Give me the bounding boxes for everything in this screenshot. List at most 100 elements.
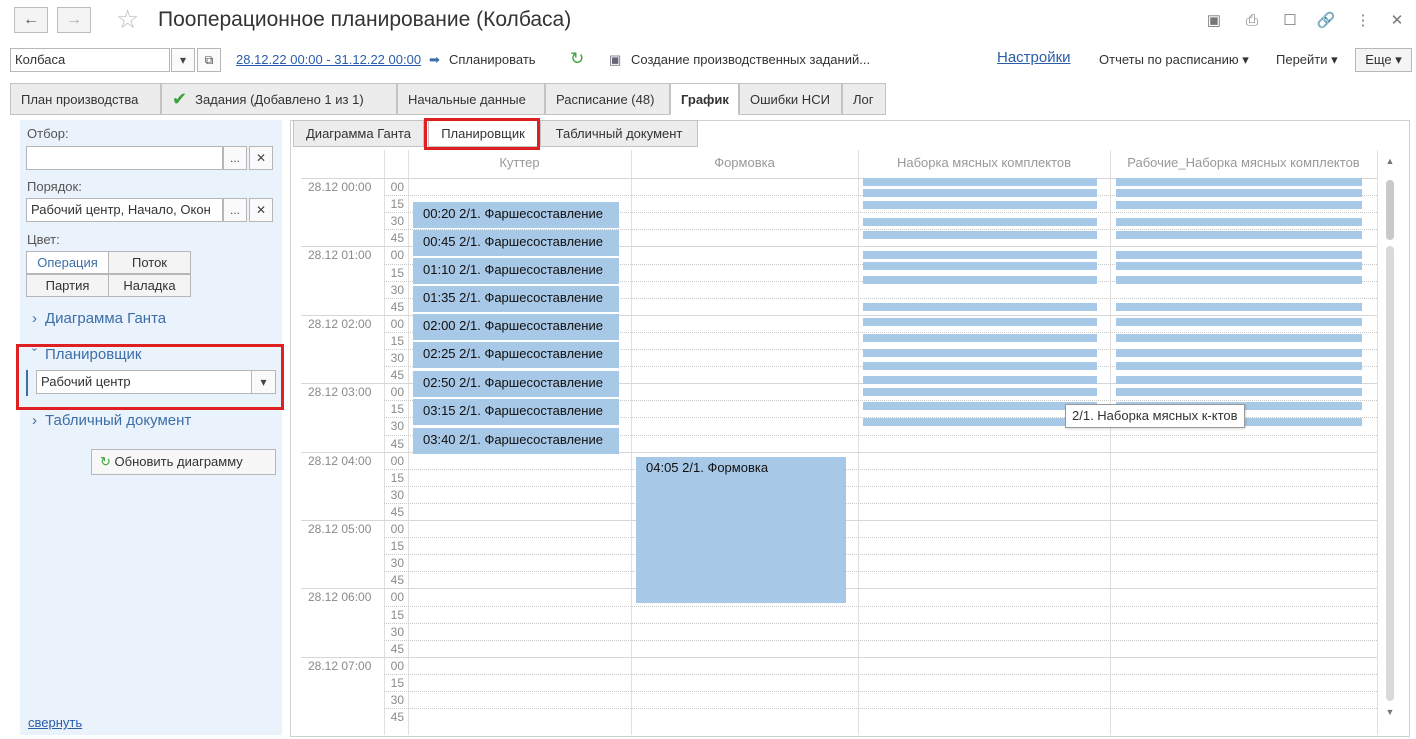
minute-label: 00 xyxy=(390,180,404,194)
meat-kit-strip[interactable] xyxy=(863,201,1097,209)
dropdown-arrow-icon[interactable]: ▾ xyxy=(171,48,195,72)
meat-kit-strip[interactable] xyxy=(863,251,1097,259)
collapse-link[interactable]: свернуть xyxy=(28,715,82,730)
meat-kit-strip[interactable] xyxy=(1116,262,1362,270)
forward-arrow-icon[interactable]: → xyxy=(57,7,91,33)
forming-block[interactable]: 04:05 2/1. Формовка xyxy=(636,457,846,603)
meat-kit-strip[interactable] xyxy=(863,318,1097,326)
meat-kit-strip[interactable] xyxy=(1116,276,1362,284)
vertical-scrollbar[interactable]: ▲ ▼ xyxy=(1383,156,1397,721)
cutter-block[interactable]: 00:45 2/1. Фаршесоставление xyxy=(413,230,619,256)
meat-kit-strip[interactable] xyxy=(1116,376,1362,384)
link-icon[interactable]: 🔗 xyxy=(1315,9,1337,31)
meat-kit-strip[interactable] xyxy=(863,418,1097,426)
color-option-setup[interactable]: Наладка xyxy=(108,274,191,297)
meat-kit-strip[interactable] xyxy=(1116,349,1362,357)
more-menu-icon[interactable]: ⋮ xyxy=(1352,9,1374,31)
tab-schedule[interactable]: Расписание (48) xyxy=(545,83,670,115)
scroll-up-icon[interactable]: ▲ xyxy=(1383,156,1397,170)
cutter-block[interactable]: 02:25 2/1. Фаршесоставление xyxy=(413,342,619,368)
filter-input[interactable] xyxy=(26,146,223,170)
cutter-block[interactable]: 01:10 2/1. Фаршесоставление xyxy=(413,258,619,284)
goto-menu[interactable]: Перейти ▾ xyxy=(1276,52,1338,68)
meat-kit-strip[interactable] xyxy=(1116,318,1362,326)
color-option-flow[interactable]: Поток xyxy=(108,251,191,274)
print-icon[interactable]: ⎙ xyxy=(1241,9,1263,31)
back-arrow-icon[interactable]: ← xyxy=(14,7,48,33)
meat-kit-strip[interactable] xyxy=(863,334,1097,342)
scheduled-reports-menu[interactable]: Отчеты по расписанию ▾ xyxy=(1099,52,1249,68)
preview-icon[interactable]: ☐ xyxy=(1279,9,1301,31)
tab-initial-data[interactable]: Начальные данные xyxy=(397,83,545,115)
minute-label: 30 xyxy=(390,419,404,434)
cutter-block[interactable]: 01:35 2/1. Фаршесоставление xyxy=(413,286,619,312)
tab-tasks-label: Задания (Добавлено 1 из 1) xyxy=(195,91,364,107)
save-icon[interactable]: ▣ xyxy=(1203,9,1225,31)
tab-nsi-errors[interactable]: Ошибки НСИ xyxy=(739,83,842,115)
product-field[interactable]: Колбаса xyxy=(10,48,170,72)
color-option-operation[interactable]: Операция xyxy=(26,251,109,274)
group-table[interactable]: › Табличный документ xyxy=(32,412,191,429)
meat-kit-strip[interactable] xyxy=(1116,388,1362,396)
order-input[interactable]: Рабочий центр, Начало, Окон xyxy=(26,198,223,222)
cutter-block[interactable]: 03:15 2/1. Фаршесоставление xyxy=(413,399,619,425)
close-icon[interactable]: ✕ xyxy=(1386,9,1408,31)
meat-kit-strip[interactable] xyxy=(1116,218,1362,226)
meat-kit-strip[interactable] xyxy=(1116,303,1362,311)
meat-kit-strip[interactable] xyxy=(1116,334,1362,342)
meat-kit-strip[interactable] xyxy=(863,402,1097,410)
period-link[interactable]: 28.12.22 00:00 - 31.12.22 00:00 xyxy=(236,52,421,67)
clear-icon[interactable]: ✕ xyxy=(249,198,273,222)
plan-button[interactable]: Спланировать xyxy=(449,52,536,67)
meat-kit-strip[interactable] xyxy=(863,189,1097,197)
meat-kit-strip[interactable] xyxy=(1116,201,1362,209)
order-select-button[interactable]: ... xyxy=(223,198,247,222)
meat-kit-strip[interactable] xyxy=(863,276,1097,284)
meat-kit-strip[interactable] xyxy=(863,218,1097,226)
plan-icon[interactable]: ➡ xyxy=(429,52,440,68)
subtab-gantt[interactable]: Диаграмма Ганта xyxy=(293,120,424,147)
open-icon[interactable]: ⧉ xyxy=(197,48,221,72)
minute-label: 30 xyxy=(390,282,404,297)
settings-link[interactable]: Настройки xyxy=(997,49,1071,66)
meat-kit-strip[interactable] xyxy=(863,303,1097,311)
refresh-diagram-button[interactable]: ↻ Обновить диаграмму xyxy=(91,449,276,475)
cutter-block[interactable]: 00:20 2/1. Фаршесоставление xyxy=(413,202,619,228)
tab-log[interactable]: Лог xyxy=(842,83,886,115)
meat-kit-strip[interactable] xyxy=(1116,189,1362,197)
meat-kit-strip[interactable] xyxy=(1116,231,1362,239)
meat-kit-strip[interactable] xyxy=(863,231,1097,239)
meat-kit-strip[interactable] xyxy=(863,349,1097,357)
favorite-star-icon[interactable]: ☆ xyxy=(116,4,139,35)
create-tasks-button[interactable]: Создание производственных заданий... xyxy=(631,52,870,67)
cutter-block[interactable]: 02:50 2/1. Фаршесоставление xyxy=(413,371,619,397)
meat-kit-strip[interactable] xyxy=(1116,362,1362,370)
cutter-block[interactable]: 02:00 2/1. Фаршесоставление xyxy=(413,314,619,340)
cutter-block[interactable]: 03:40 2/1. Фаршесоставление xyxy=(413,428,619,454)
grid-column-line xyxy=(631,150,632,735)
tab-chart[interactable]: График xyxy=(670,83,739,115)
subtab-table[interactable]: Табличный документ xyxy=(540,120,698,147)
scrollbar-thumb[interactable] xyxy=(1386,180,1394,240)
minute-label: 15 xyxy=(390,197,404,212)
scroll-down-icon[interactable]: ▼ xyxy=(1383,707,1397,721)
meat-kit-strip[interactable] xyxy=(863,178,1097,186)
meat-kit-strip[interactable] xyxy=(863,388,1097,396)
meat-kit-strip[interactable] xyxy=(863,376,1097,384)
hour-label: 28.12 05:00 xyxy=(308,522,372,536)
meat-kit-strip[interactable] xyxy=(863,262,1097,270)
minute-label: 00 xyxy=(390,453,404,468)
meat-kit-strip[interactable] xyxy=(1116,251,1362,259)
filter-select-button[interactable]: ... xyxy=(223,146,247,170)
group-gantt[interactable]: › Диаграмма Ганта xyxy=(32,310,166,327)
refresh-icon[interactable]: ↻ xyxy=(570,49,584,69)
more-button[interactable]: Еще ▾ xyxy=(1355,48,1412,72)
meat-kit-strip[interactable] xyxy=(1116,178,1362,186)
minute-label: 00 xyxy=(390,248,404,263)
tab-production-plan[interactable]: План производства xyxy=(10,83,161,115)
clear-icon[interactable]: ✕ xyxy=(249,146,273,170)
meat-kit-strip[interactable] xyxy=(863,362,1097,370)
tab-tasks[interactable]: ✔ Задания (Добавлено 1 из 1) xyxy=(161,83,397,115)
grid-column-line xyxy=(1377,150,1378,735)
color-option-batch[interactable]: Партия xyxy=(26,274,109,297)
